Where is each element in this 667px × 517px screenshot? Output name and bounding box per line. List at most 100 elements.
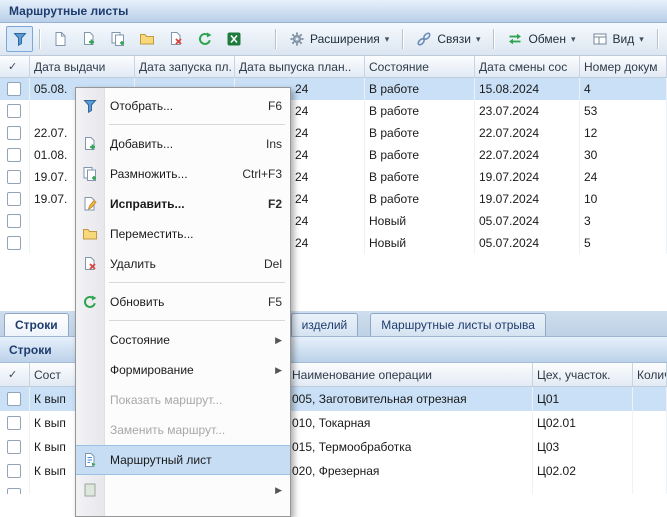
menu-item-label: Показать маршрут... [104, 393, 282, 407]
exchange-dropdown[interactable]: Обмен ▾ [500, 28, 582, 50]
cell-operation: 005, Заготовительная отрезная [288, 387, 533, 411]
column-header-check[interactable]: ✓ [0, 56, 30, 77]
column-header-launch-date[interactable]: Дата запуска пл. [135, 56, 235, 77]
row-checkbox[interactable] [7, 464, 21, 478]
cell-doc-number: 53 [580, 100, 667, 122]
cell-state-change-date: 22.07.2024 [475, 144, 580, 166]
row-checkbox[interactable] [7, 214, 21, 228]
menu-item-move[interactable]: Переместить... [76, 219, 290, 249]
copy-doc-icon [110, 31, 126, 47]
row-checkbox[interactable] [7, 192, 21, 206]
excel-icon [226, 31, 242, 47]
row-checkbox[interactable] [7, 392, 21, 406]
tab-products[interactable]: изделий [291, 313, 359, 336]
cell-state-change-date: 22.07.2024 [475, 122, 580, 144]
cell-workshop: Ц03 [533, 435, 633, 459]
menu-item-label: Удалить [104, 257, 252, 271]
cell-workshop: Ц02.01 [533, 411, 633, 435]
chevron-down-icon: ▾ [639, 35, 644, 44]
cell-state: В работе [365, 100, 475, 122]
tab-lines[interactable]: Строки [4, 313, 69, 336]
row-checkbox[interactable] [7, 440, 21, 454]
filter-button[interactable] [6, 26, 33, 52]
delete-doc-icon [168, 31, 184, 47]
menu-item-partial[interactable]: ▶ [76, 475, 290, 505]
row-checkbox[interactable] [7, 104, 21, 118]
exchange-label: Обмен [528, 32, 566, 46]
column-header-quantity[interactable]: Колич [633, 363, 667, 386]
delete-button[interactable] [162, 26, 189, 52]
filter-icon [12, 31, 28, 47]
row-checkbox[interactable] [7, 126, 21, 140]
add-document-button[interactable] [75, 26, 102, 52]
new-doc-icon [52, 31, 68, 47]
add-doc-icon [81, 31, 97, 47]
row-checkbox[interactable] [7, 416, 21, 430]
column-header-operation[interactable]: Наименование операции [288, 363, 533, 386]
column-header-issue-date[interactable]: Дата выдачи [30, 56, 135, 77]
links-dropdown[interactable]: Связи ▾ [409, 28, 487, 50]
cell-doc-number: 24 [580, 166, 667, 188]
row-checkbox[interactable] [7, 148, 21, 162]
row-checkbox[interactable] [7, 82, 21, 96]
cell-quantity [633, 435, 667, 459]
open-folder-icon [76, 226, 104, 242]
menu-item-duplicate[interactable]: Размножить... Ctrl+F3 [76, 159, 290, 189]
menu-item-edit[interactable]: Исправить... F2 [76, 189, 290, 219]
column-header-check[interactable]: ✓ [0, 363, 30, 386]
cell-state: Новый [365, 210, 475, 232]
menu-item-filter[interactable]: Отобрать... F6 [76, 91, 290, 121]
column-header-state[interactable]: Состояние [365, 56, 475, 77]
view-dropdown[interactable]: Вид ▾ [585, 28, 651, 50]
plugin-icon [289, 31, 305, 47]
extensions-dropdown[interactable]: Расширения ▾ [282, 28, 396, 50]
cell-operation: 020, Фрезерная [288, 459, 533, 483]
toolbar-separator [275, 29, 276, 49]
column-header-state-change-date[interactable]: Дата смены сос [475, 56, 580, 77]
menu-item-label: Отобрать... [104, 99, 256, 113]
row-checkbox[interactable] [7, 170, 21, 184]
menu-item-label: Обновить [104, 295, 256, 309]
column-header-doc-number[interactable]: Номер докум [580, 56, 667, 77]
menu-item-replace-route: Заменить маршрут... [76, 415, 290, 445]
open-folder-icon [139, 31, 155, 47]
toolbar-separator [402, 29, 403, 49]
window-titlebar: Маршрутные листы [0, 0, 667, 23]
column-header-workshop[interactable]: Цех, участок. [533, 363, 633, 386]
column-header-plan-release-date[interactable]: Дата выпуска план.. [235, 56, 365, 77]
menu-item-add[interactable]: Добавить... Ins [76, 129, 290, 159]
cell-operation [288, 483, 533, 494]
new-document-button[interactable] [46, 26, 73, 52]
cell-quantity [633, 459, 667, 483]
move-button[interactable] [133, 26, 160, 52]
menu-item-state-submenu[interactable]: Состояние ▶ [76, 325, 290, 355]
route-sheet-icon [76, 452, 104, 468]
filter-icon [76, 98, 104, 114]
submenu-arrow-icon: ▶ [275, 365, 282, 376]
refresh-button[interactable] [191, 26, 218, 52]
cell-state-change-date: 05.07.2024 [475, 232, 580, 254]
toolbar-separator [39, 29, 40, 49]
cell-doc-number: 5 [580, 232, 667, 254]
menu-item-forming-submenu[interactable]: Формирование ▶ [76, 355, 290, 385]
check-mark-icon: ✓ [8, 368, 17, 381]
menu-item-label: Маршрутный лист [104, 453, 282, 467]
cell-state: Новый [365, 232, 475, 254]
copy-doc-icon [76, 166, 104, 182]
cell-operation: 010, Токарная [288, 411, 533, 435]
menu-item-refresh[interactable]: Обновить F5 [76, 287, 290, 317]
row-checkbox[interactable] [7, 488, 21, 494]
refresh-icon [197, 31, 213, 47]
chevron-down-icon: ▾ [571, 35, 576, 44]
menu-item-shortcut: F2 [268, 197, 282, 211]
tab-tear-off-route-sheets[interactable]: Маршрутные листы отрыва [370, 313, 546, 336]
view-label: Вид [613, 32, 635, 46]
copy-document-button[interactable] [104, 26, 131, 52]
menu-item-shortcut: F5 [268, 295, 282, 309]
row-checkbox[interactable] [7, 236, 21, 250]
menu-item-route-sheet[interactable]: Маршрутный лист [76, 445, 290, 475]
excel-export-button[interactable] [220, 26, 247, 52]
menu-item-delete[interactable]: Удалить Del [76, 249, 290, 279]
menu-item-shortcut: Ins [266, 137, 282, 151]
menu-item-show-route: Показать маршрут... [76, 385, 290, 415]
